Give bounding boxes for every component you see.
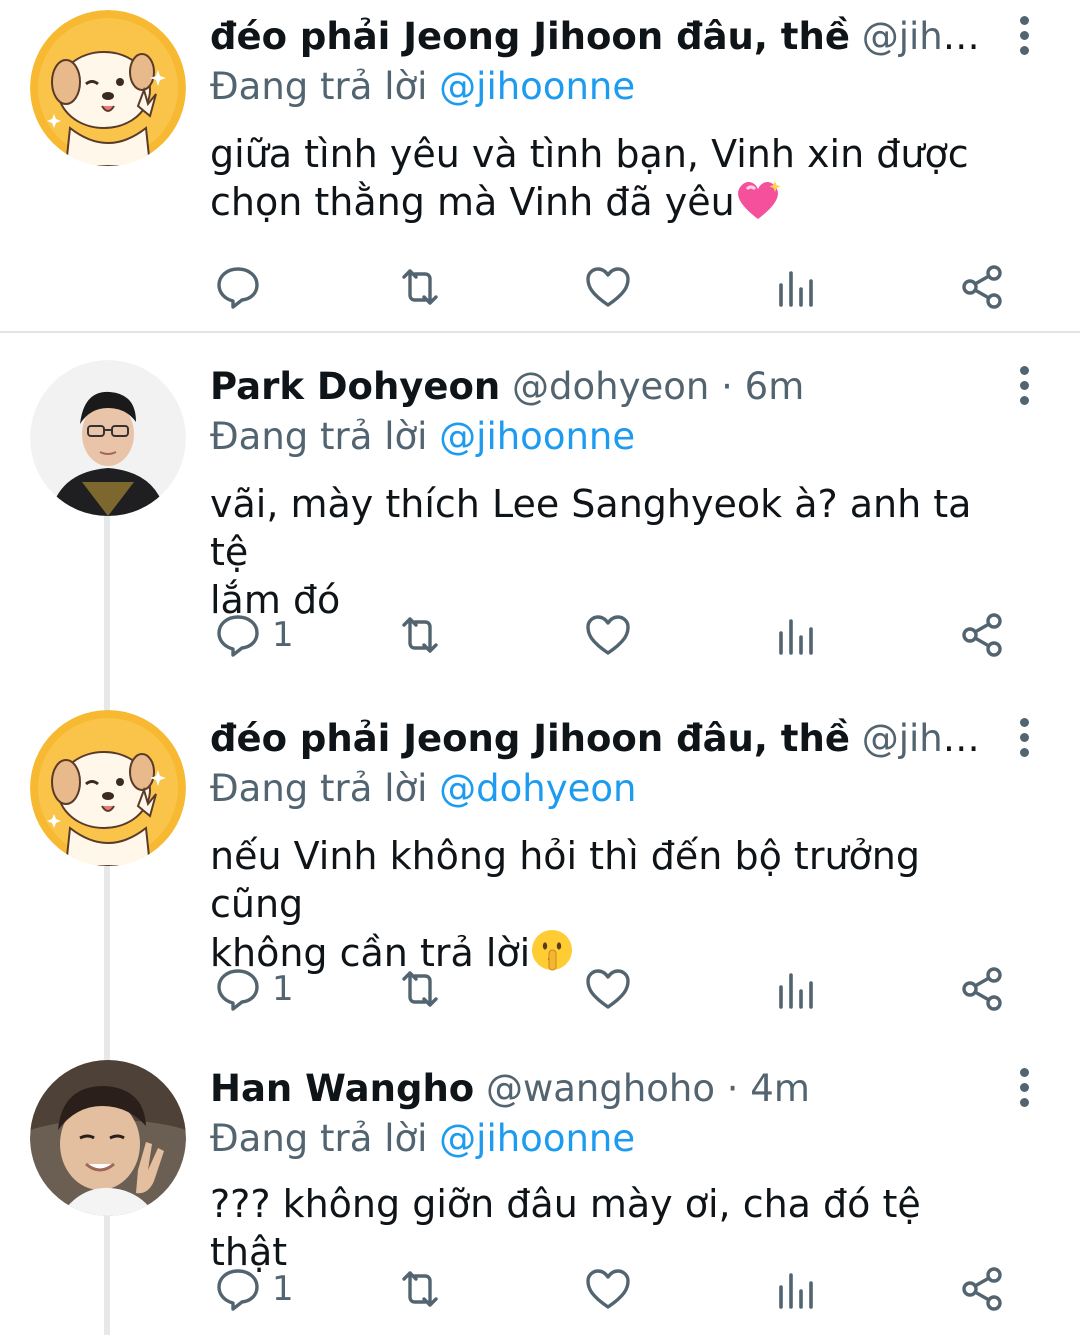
heart-icon: [586, 969, 630, 1009]
share-button[interactable]: [958, 964, 1006, 1014]
retweet-button[interactable]: [396, 964, 444, 1014]
retweet-icon: [402, 269, 438, 305]
share-icon: [962, 967, 1002, 1011]
tweet-text-line: ??? không giỡn đâu mày ơi, cha đó tệ thậ…: [210, 1182, 921, 1274]
reply-button[interactable]: 1: [214, 1264, 294, 1314]
like-button[interactable]: [584, 610, 632, 660]
replying-to-handle[interactable]: @jihoonne: [439, 415, 635, 458]
reply-count: 1: [272, 969, 294, 1009]
replying-to-label: Đang trả lời: [210, 767, 428, 810]
view-stats-button[interactable]: [772, 964, 820, 1014]
tweet-header: Han Wangho @wanghoho · 4m: [210, 1066, 990, 1112]
tweet-text: nếu Vinh không hỏi thì đến bộ trưởng cũn…: [210, 832, 1010, 983]
replying-to-label: Đang trả lời: [210, 65, 428, 108]
tweet-text: vãi, mày thích Lee Sanghyeok à? anh ta t…: [210, 480, 1010, 624]
analytics-icon: [779, 619, 813, 655]
tweet-text: giữa tình yêu và tình bạn, Vinh xin được…: [210, 130, 1010, 232]
share-button[interactable]: [958, 1264, 1006, 1314]
analytics-icon: [779, 973, 813, 1009]
replying-to: Đang trả lời @dohyeon: [210, 766, 637, 812]
reply-icon: [217, 267, 259, 309]
tweet-header: Park Dohyeon @dohyeon · 6m: [210, 364, 990, 410]
retweet-icon: [402, 971, 438, 1007]
tweet-1[interactable]: đéo phải Jeong Jihoon đâu, thề @jihoo… Đ…: [0, 0, 1080, 330]
tweet-divider: [0, 331, 1080, 333]
share-icon: [962, 265, 1002, 309]
tweet-text-line: vãi, mày thích Lee Sanghyeok à? anh ta t…: [210, 482, 972, 574]
share-icon: [962, 613, 1002, 657]
handle-and-time[interactable]: @dohyeon · 6m: [512, 365, 804, 408]
share-button[interactable]: [958, 610, 1006, 660]
display-name[interactable]: Park Dohyeon: [210, 365, 500, 408]
avatar[interactable]: [30, 1060, 186, 1216]
display-name[interactable]: đéo phải Jeong Jihoon đâu, thề: [210, 15, 850, 58]
share-button[interactable]: [958, 262, 1006, 312]
view-stats-button[interactable]: [772, 262, 820, 312]
more-options-icon[interactable]: [1018, 366, 1030, 406]
tweet-text-line: nếu Vinh không hỏi thì đến bộ trưởng cũn…: [210, 834, 920, 926]
tweet-text-line: giữa tình yêu và tình bạn, Vinh xin được: [210, 132, 969, 176]
tweet-header: đéo phải Jeong Jihoon đâu, thề @jihoo…: [210, 716, 990, 762]
replying-to-label: Đang trả lời: [210, 415, 428, 458]
like-button[interactable]: [584, 1264, 632, 1314]
retweet-button[interactable]: [396, 262, 444, 312]
reply-button[interactable]: 1: [214, 610, 294, 660]
tweet-text-line: chọn thằng mà Vinh đã yêu: [210, 178, 1010, 232]
display-name[interactable]: Han Wangho: [210, 1067, 474, 1110]
replying-to-handle[interactable]: @jihoonne: [439, 65, 635, 108]
reply-button[interactable]: [214, 262, 272, 312]
like-button[interactable]: [584, 964, 632, 1014]
reply-count: 1: [272, 1269, 294, 1309]
dog-avatar-icon: [30, 10, 186, 166]
handle-and-time[interactable]: @wanghoho · 4m: [486, 1067, 810, 1110]
avatar[interactable]: [30, 360, 186, 516]
replying-to-handle[interactable]: @dohyeon: [439, 767, 636, 810]
heart-icon: [586, 615, 630, 655]
like-button[interactable]: [584, 262, 632, 312]
replying-to: Đang trả lời @jihoonne: [210, 64, 635, 110]
tweet-actions: [210, 262, 1010, 312]
tweet-actions: 1: [210, 1264, 1010, 1314]
reply-button[interactable]: 1: [214, 964, 294, 1014]
person-avatar-icon: [30, 360, 186, 516]
replying-to: Đang trả lời @jihoonne: [210, 414, 635, 460]
retweet-icon: [402, 617, 438, 653]
tweet-text-line-content: chọn thằng mà Vinh đã yêu: [210, 180, 735, 224]
retweet-button[interactable]: [396, 1264, 444, 1314]
handle[interactable]: @jihoo…: [862, 717, 990, 760]
reply-icon: [217, 1269, 259, 1311]
avatar[interactable]: [30, 10, 186, 166]
tweet-actions: 1: [210, 610, 1010, 660]
tweet-text: ??? không giỡn đâu mày ơi, cha đó tệ thậ…: [210, 1180, 1010, 1276]
heart-icon: [586, 267, 630, 307]
dog-avatar-icon: [30, 710, 186, 866]
more-options-icon[interactable]: [1018, 16, 1030, 56]
share-icon: [962, 1267, 1002, 1311]
tweet-actions: 1: [210, 964, 1010, 1014]
reply-icon: [217, 969, 259, 1011]
view-stats-button[interactable]: [772, 610, 820, 660]
reply-count: 1: [272, 615, 294, 655]
analytics-icon: [779, 271, 813, 307]
display-name[interactable]: đéo phải Jeong Jihoon đâu, thề: [210, 717, 850, 760]
tweet-4[interactable]: Han Wangho @wanghoho · 4m Đang trả lời @…: [0, 1052, 1080, 1335]
tweet-2[interactable]: Park Dohyeon @dohyeon · 6m Đang trả lời …: [0, 350, 1080, 690]
replying-to-label: Đang trả lời: [210, 1117, 428, 1160]
replying-to: Đang trả lời @jihoonne: [210, 1116, 635, 1162]
tweet-3[interactable]: đéo phải Jeong Jihoon đâu, thề @jihoo… Đ…: [0, 702, 1080, 1042]
view-stats-button[interactable]: [772, 1264, 820, 1314]
person-avatar-icon: [30, 1060, 186, 1216]
reply-icon: [217, 615, 259, 657]
retweet-button[interactable]: [396, 610, 444, 660]
sparkling-heart-icon: [735, 179, 781, 232]
retweet-icon: [402, 1271, 438, 1307]
handle[interactable]: @jihoo…: [862, 15, 990, 58]
more-options-icon[interactable]: [1018, 718, 1030, 758]
replying-to-handle[interactable]: @jihoonne: [439, 1117, 635, 1160]
avatar[interactable]: [30, 710, 186, 866]
heart-icon: [586, 1269, 630, 1309]
tweet-header: đéo phải Jeong Jihoon đâu, thề @jihoo…: [210, 14, 990, 60]
more-options-icon[interactable]: [1018, 1068, 1030, 1108]
analytics-icon: [779, 1273, 813, 1309]
